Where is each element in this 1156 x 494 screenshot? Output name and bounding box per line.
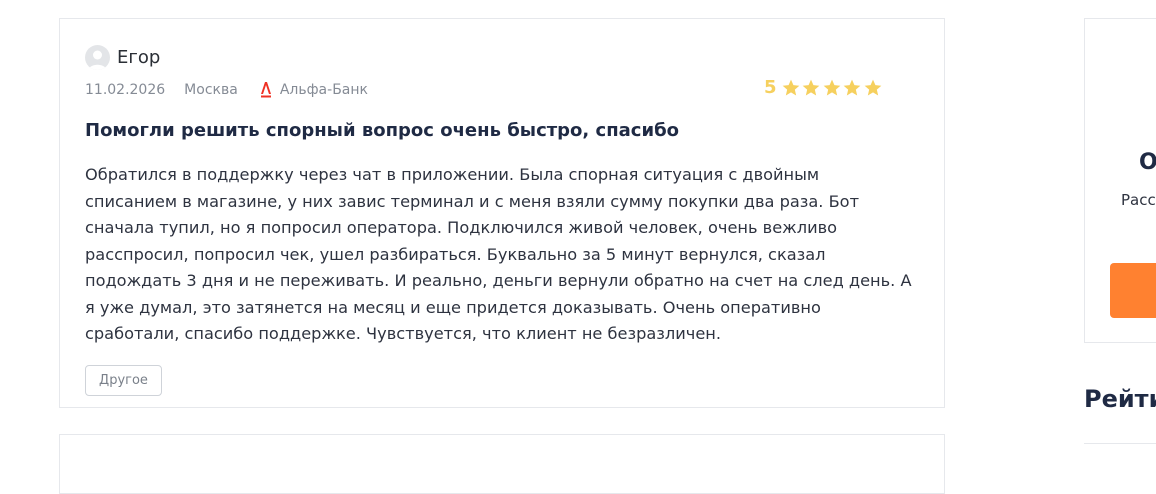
review-city: Москва [184,82,238,98]
review-meta: 11.02.2026 Москва Альфа-Банк [85,80,368,100]
user-avatar-icon [85,44,110,70]
review-rating: 5 [764,77,884,98]
star-icon [843,79,861,95]
sidebar-card: О Расс [1084,18,1156,343]
star-icon [864,79,882,95]
review-date: 11.02.2026 [85,82,166,98]
bank-name: Альфа-Банк [279,82,368,98]
sidebar-divider [1084,443,1156,444]
rating-value: 5 [764,77,777,98]
sidebar-action-button[interactable] [1110,263,1156,318]
category-tag[interactable]: Другое [85,365,162,396]
review-author: Егор [85,44,160,70]
sidebar-card-text: Расс [1121,191,1156,209]
alfa-bank-logo-icon [260,82,271,98]
next-review-card [59,434,945,494]
star-icon [782,79,799,95]
review-card: Егор 11.02.2026 Москва Альфа-Банк 5 Помо… [59,18,945,408]
author-name: Егор [117,46,161,68]
star-icon [802,79,820,95]
review-text: Обратился в поддержку через чат в прилож… [85,165,912,343]
rating-stars [781,78,884,98]
sidebar-card-heading: О [1139,150,1156,175]
review-title: Помогли решить спорный вопрос очень быст… [85,120,679,141]
bank-link[interactable]: Альфа-Банк [260,82,368,98]
sidebar-section-title: Рейти [1084,385,1156,413]
star-icon [823,79,841,95]
